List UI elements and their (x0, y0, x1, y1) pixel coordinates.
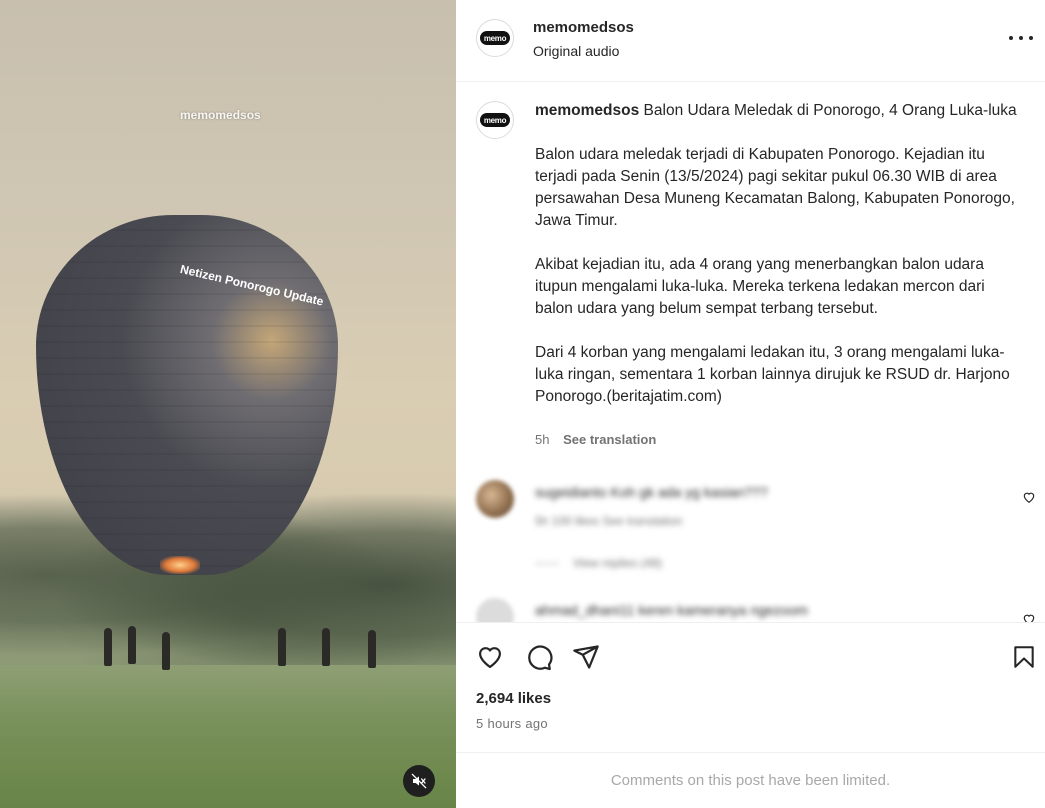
heart-icon[interactable] (474, 641, 506, 673)
caption-age: 5h (535, 432, 550, 447)
comment-heart-icon[interactable] (1022, 612, 1038, 622)
person-silhouette (162, 632, 170, 670)
commenter-avatar[interactable] (476, 598, 514, 622)
comment-meta: 5h 100 likes See translation (535, 514, 683, 528)
memo-logo: memo (480, 113, 510, 127)
caption-paragraph: Balon udara meledak terjadi di Kabupaten… (535, 146, 1015, 229)
caption-username[interactable]: memomedsos (535, 102, 639, 119)
comments-limited-notice: Comments on this post have been limited. (456, 752, 1045, 808)
caption-title: Balon Udara Meledak di Ponorogo, 4 Orang… (643, 102, 1017, 119)
comment-heart-icon[interactable] (1022, 490, 1038, 506)
post-actions: 2,694 likes 5 hours ago (456, 622, 1045, 752)
post-side-panel: memo memomedsos Original audio memo memo… (456, 0, 1045, 808)
more-options-icon[interactable] (1006, 26, 1036, 50)
view-replies-link[interactable]: View replies (48) (535, 556, 662, 570)
caption-paragraph: Akibat kejadian itu, ada 4 orang yang me… (535, 256, 985, 317)
muted-speaker-icon[interactable] (403, 765, 435, 797)
caption-paragraph: Dari 4 korban yang mengalami ledakan itu… (535, 344, 1010, 405)
video-watermark: memomedsos (180, 108, 261, 122)
post-video[interactable]: Netizen Ponorogo Update memomedsos (0, 0, 456, 808)
bookmark-icon[interactable] (1008, 641, 1040, 673)
comment-text: ahmad_dhani11 keren kameranya ngezoom (535, 602, 808, 618)
audio-label[interactable]: Original audio (533, 43, 619, 59)
caption-meta: 5h See translation (535, 432, 656, 447)
like-count[interactable]: 2,694 likes (476, 690, 551, 707)
share-icon[interactable] (570, 641, 602, 673)
rice-field (0, 665, 456, 808)
person-silhouette (104, 628, 112, 666)
commenter-avatar[interactable] (476, 480, 514, 518)
post-timestamp[interactable]: 5 hours ago (476, 716, 548, 731)
see-translation-link[interactable]: See translation (563, 432, 656, 447)
person-silhouette (128, 626, 136, 664)
post-header: memo memomedsos Original audio (456, 0, 1045, 82)
balloon-flame (160, 556, 200, 574)
caption-body: memomedsos Balon Udara Meledak di Ponoro… (535, 100, 1025, 430)
avatar[interactable]: memo (476, 19, 514, 57)
person-silhouette (278, 628, 286, 666)
comment-icon[interactable] (523, 641, 555, 673)
person-silhouette (322, 628, 330, 666)
avatar[interactable]: memo (476, 101, 514, 139)
memo-logo: memo (480, 31, 510, 45)
header-username[interactable]: memomedsos (533, 19, 634, 36)
person-silhouette (368, 630, 376, 668)
comments-scroll-area[interactable]: memo memomedsos Balon Udara Meledak di P… (456, 82, 1045, 622)
comment-text: sugeidianto Koh gk ada yg kasian??? (535, 484, 768, 500)
